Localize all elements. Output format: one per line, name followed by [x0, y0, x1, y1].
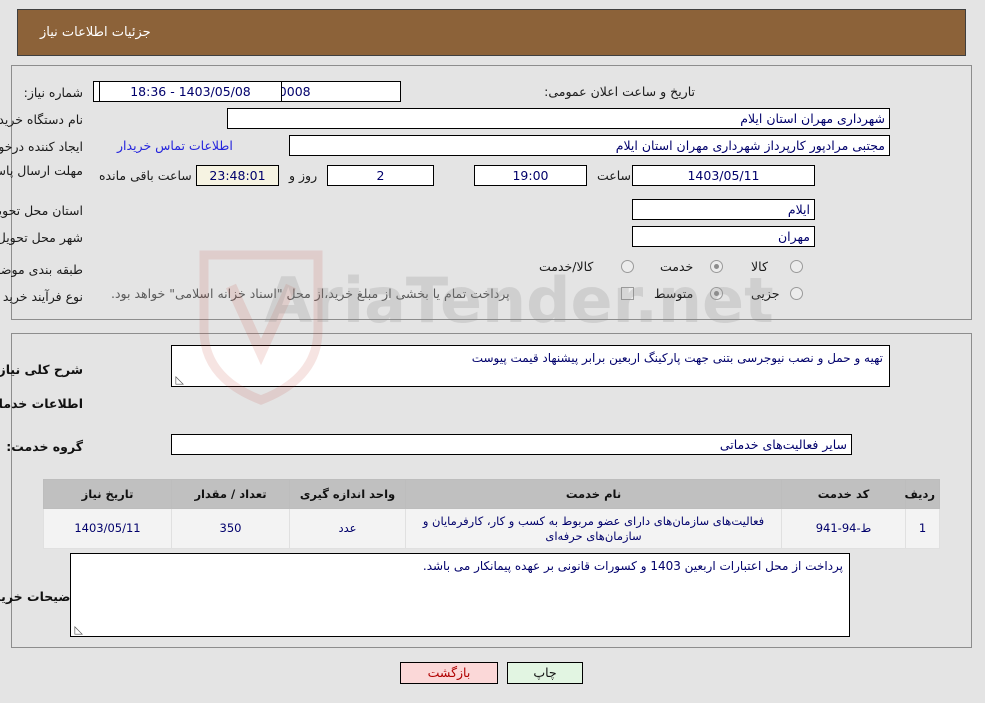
page-root: AriaTender.net جزئیات اطلاعات نیاز شماره… — [0, 0, 985, 703]
table-row: 1 ط-94-941 فعالیت‌های سازمان‌های دارای ع… — [44, 508, 941, 549]
deadline-date-value[interactable]: 1403/05/11 — [633, 165, 816, 186]
summary-label: شرح کلی نیاز: — [0, 362, 84, 377]
services-heading: اطلاعات خدمات مورد نیاز — [0, 396, 84, 411]
table-header-row: ردیف کد خدمت نام خدمت واحد اندازه گیری ت… — [44, 479, 941, 509]
resize-grip-icon-notes[interactable]: ◺ — [74, 624, 84, 635]
radio-category-goods-label: کالا — [752, 259, 769, 274]
treasury-bonds-label: پرداخت تمام یا بخشی از مبلغ خرید،از محل … — [112, 286, 511, 301]
cell-unit: عدد — [290, 508, 407, 549]
deadline-label: مهلت ارسال پاسخ: تا تاریخ: — [0, 163, 84, 178]
print-button[interactable]: چاپ — [508, 662, 584, 684]
days-and-label: روز و — [290, 168, 319, 183]
treasury-bonds-checkbox[interactable] — [622, 287, 635, 300]
summary-textarea[interactable]: تهیه و حمل و نصب نیوجرسی بتنی جهت پارکین… — [172, 345, 891, 387]
cell-need-date: 1403/05/11 — [44, 508, 173, 549]
services-table: ردیف کد خدمت نام خدمت واحد اندازه گیری ت… — [44, 479, 941, 549]
col-service-name: نام خدمت — [406, 479, 783, 509]
radio-category-goods-service-label: کالا/خدمت — [540, 259, 595, 274]
process-label: نوع فرآیند خرید : — [0, 289, 84, 304]
remaining-clock-value: 23:48:01 — [197, 165, 280, 186]
page-title: جزئیات اطلاعات نیاز — [41, 25, 152, 40]
hour-label: ساعت — [598, 168, 633, 183]
buyer-org-value[interactable]: شهرداری مهران استان ایلام — [228, 108, 891, 129]
buyer-notes-textarea[interactable]: پرداخت از محل اعتبارات اربعین 1403 و کسو… — [71, 553, 851, 637]
radio-category-service[interactable] — [711, 260, 724, 273]
radio-category-service-label: خدمت — [661, 259, 695, 274]
province-label: استان محل تحویل: — [0, 203, 84, 218]
deadline-time-value[interactable]: 19:00 — [475, 165, 588, 186]
page-header: جزئیات اطلاعات نیاز — [18, 9, 967, 56]
remaining-suffix-label: ساعت باقی مانده — [100, 168, 193, 183]
col-row-no: ردیف — [905, 479, 941, 509]
announce-datetime-value[interactable]: 1403/05/08 - 18:36 — [100, 81, 283, 102]
cell-quantity: 350 — [172, 508, 291, 549]
cell-service-code: ط-94-941 — [782, 508, 907, 549]
radio-process-medium-label: متوسط — [655, 286, 695, 301]
creator-label: ایجاد کننده درخواست: — [0, 139, 84, 154]
city-label: شهر محل تحویل: — [0, 230, 84, 245]
cell-row-no: 1 — [906, 508, 941, 549]
creator-value[interactable]: مجتبی مرادپور کارپرداز شهرداری مهران است… — [290, 135, 891, 156]
buyer-contact-link[interactable]: اطلاعات تماس خریدار — [118, 135, 234, 156]
cell-service-name: فعالیت‌های سازمان‌های دارای عضو مربوط به… — [406, 508, 783, 549]
need-number-label: شماره نیاز: — [24, 85, 84, 100]
buyer-notes-text: پرداخت از محل اعتبارات اربعین 1403 و کسو… — [423, 559, 844, 573]
city-value[interactable]: مهران — [633, 226, 816, 247]
radio-process-minor[interactable] — [791, 287, 804, 300]
service-group-value[interactable]: سایر فعالیت‌های خدماتی — [172, 434, 853, 455]
announce-datetime-label: تاریخ و ساعت اعلان عمومی: — [545, 84, 696, 99]
col-quantity: تعداد / مقدار — [172, 479, 291, 509]
col-service-code: کد خدمت — [782, 479, 907, 509]
radio-category-goods[interactable] — [791, 260, 804, 273]
buyer-org-label: نام دستگاه خریدار: — [0, 112, 84, 127]
remaining-days-value[interactable]: 2 — [328, 165, 435, 186]
service-group-label: گروه خدمت: — [7, 439, 84, 454]
back-button[interactable]: بازگشت — [401, 662, 499, 684]
category-label: طبقه بندی موضوعی: — [0, 262, 84, 277]
radio-process-minor-label: جزیی — [752, 286, 781, 301]
col-unit: واحد اندازه گیری — [290, 479, 407, 509]
resize-grip-icon[interactable]: ◺ — [175, 374, 185, 385]
summary-text: تهیه و حمل و نصب نیوجرسی بتنی جهت پارکین… — [472, 351, 884, 365]
need-info-panel — [12, 65, 973, 320]
radio-category-goods-service[interactable] — [622, 260, 635, 273]
radio-process-medium[interactable] — [711, 287, 724, 300]
province-value[interactable]: ایلام — [633, 199, 816, 220]
col-need-date: تاریخ نیاز — [44, 479, 173, 509]
